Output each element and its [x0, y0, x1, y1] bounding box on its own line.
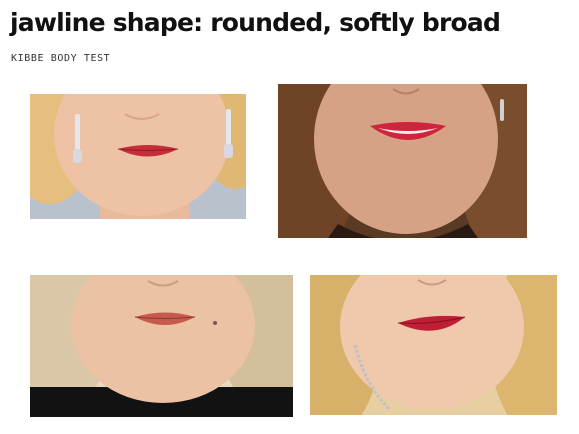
photo-blonde-earrings [30, 94, 246, 219]
photo-blonde-black-top [30, 275, 293, 417]
photo-brunette-smile [278, 84, 527, 238]
photo-blonde-necklace [310, 275, 557, 415]
page-title: jawline shape: rounded, softly broad [10, 8, 501, 37]
page-subtitle: KIBBE BODY TEST [11, 53, 111, 64]
